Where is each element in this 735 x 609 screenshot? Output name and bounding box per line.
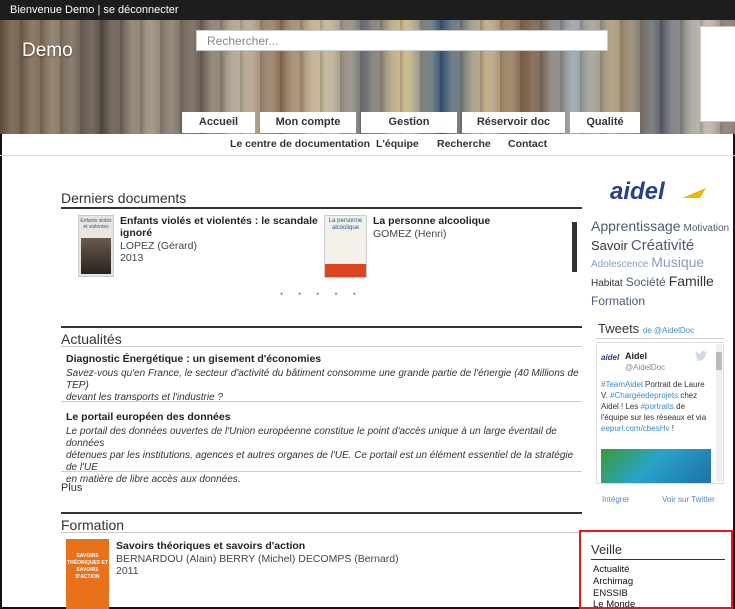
- section-divider: [61, 326, 582, 328]
- tweet-hashtag[interactable]: #TeamAidel: [601, 380, 643, 389]
- doc-year-savoirs: 2011: [116, 565, 139, 577]
- tag-creativite[interactable]: Créativité: [631, 237, 694, 254]
- aidel-logo-swoosh-icon: [682, 188, 706, 198]
- aidel-logo[interactable]: aidel: [610, 178, 665, 206]
- tag-musique[interactable]: Musique: [651, 254, 704, 270]
- section-divider: [61, 401, 582, 402]
- logout-link[interactable]: se déconnecter: [103, 4, 178, 16]
- tag-savoir[interactable]: Savoir: [591, 238, 628, 253]
- tag-motivation[interactable]: Motivation: [684, 223, 730, 234]
- doc-cover-alcoolique[interactable]: La personne alcoolique: [324, 215, 367, 278]
- doc-cover-title: SAVOIRS THÉORIQUES ET SAVOIRS D'ACTION: [67, 553, 108, 580]
- doc-title-alcoolique[interactable]: La personne alcoolique: [373, 215, 490, 227]
- tab-gestion[interactable]: Gestion: [361, 112, 457, 133]
- veille-item-enssib[interactable]: ENSSIB: [593, 588, 628, 599]
- tweet-author-handle[interactable]: @AidelDoc: [625, 363, 665, 372]
- subnav-equipe[interactable]: L'équipe: [376, 138, 419, 150]
- tweets-heading: Tweets de @AidelDoc: [598, 321, 694, 336]
- news-excerpt: Le portail des données ouvertes de l'Uni…: [66, 426, 581, 486]
- tweet-hashtag[interactable]: #portraits: [641, 402, 674, 411]
- tag-habitat[interactable]: Habitat: [591, 278, 623, 289]
- carousel-next-handle[interactable]: [572, 222, 577, 272]
- header-side-panel: [700, 26, 735, 122]
- tag-adolescence[interactable]: Adolescence: [591, 259, 648, 270]
- news-title[interactable]: Le portail européen des données: [66, 411, 231, 423]
- news-excerpt-line: Savez-vous qu'en France, le secteur d'ac…: [66, 368, 579, 391]
- doc-cover-title: Enfants violés et violentes: [80, 218, 112, 230]
- veille-item-actualite[interactable]: Actualité: [593, 564, 629, 575]
- twitter-timeline[interactable]: aidel Aidel @AidelDoc #TeamAidel Portrai…: [596, 342, 724, 484]
- news-title[interactable]: Diagnostic Énergétique : un gisement d'é…: [66, 353, 321, 365]
- doc-title-line: Enfants violés et violentés : le scandal…: [120, 215, 318, 227]
- sub-navigation: Le centre de documentation L'équipe Rech…: [0, 134, 735, 156]
- doc-cover-enfants[interactable]: Enfants violés et violentes: [78, 215, 114, 277]
- news-excerpt-line: devant les transports et l'industrie ?: [66, 392, 223, 403]
- doc-authors-savoirs: BERNARDOU (Alain) BERRY (Michel) DECOMPS…: [116, 553, 399, 565]
- tab-accueil[interactable]: Accueil: [182, 112, 255, 133]
- welcome-text: Bienvenue Demo |: [10, 4, 104, 16]
- subnav-centre-documentation[interactable]: Le centre de documentation: [230, 138, 370, 150]
- section-divider: [61, 207, 582, 209]
- derniers-documents-title: Derniers documents: [61, 190, 187, 206]
- doc-year-enfants: 2013: [120, 252, 144, 264]
- doc-author-enfants: LOPEZ (Gérard): [120, 240, 198, 252]
- doc-title-line: ignoré: [120, 227, 153, 239]
- news-excerpt: Savez-vous qu'en France, le secteur d'ac…: [66, 368, 581, 404]
- tweet-text: #TeamAidel Portrait de Laure V. #Chargée…: [601, 379, 711, 434]
- twitter-bird-icon: [695, 351, 707, 361]
- tab-qualite[interactable]: Qualité: [570, 112, 640, 133]
- tab-reservoir-doc[interactable]: Réservoir doc: [462, 112, 565, 133]
- doc-cover-band: [325, 264, 366, 277]
- news-excerpt-line: en matière de libre accès aux données.: [66, 474, 241, 485]
- veille-title: Veille: [591, 542, 623, 557]
- tag-famille[interactable]: Famille: [669, 273, 714, 289]
- main-tabs: Accueil Mon compte Gestion Réservoir doc…: [182, 112, 640, 133]
- carousel-dots[interactable]: •••••: [280, 289, 371, 299]
- tag-cloud: Apprentissage Motivation Savoir Créativité…: [591, 218, 731, 310]
- section-divider: [61, 532, 582, 533]
- site-title[interactable]: Demo: [22, 40, 73, 62]
- section-divider: [596, 338, 724, 339]
- subnav-recherche[interactable]: Recherche: [437, 138, 491, 150]
- formation-title: Formation: [61, 517, 125, 533]
- twitter-view-link[interactable]: Voir sur Twitter: [662, 495, 715, 504]
- tweets-title: Tweets: [598, 321, 640, 336]
- more-news-link[interactable]: Plus: [61, 482, 82, 494]
- top-bar: Bienvenue Demo | se déconnecter: [0, 0, 735, 20]
- news-excerpt-line: Le portail des données ouvertes de l'Uni…: [66, 426, 557, 449]
- tweet-hashtag[interactable]: #Chargéedeprojets: [610, 391, 678, 400]
- tweet-scrollbar-thumb[interactable]: [716, 352, 722, 370]
- doc-cover-title: La personne alcoolique: [328, 218, 363, 231]
- tweet-text-segment: !: [669, 424, 674, 433]
- actualites-title: Actualités: [61, 331, 122, 347]
- tweet-media-image[interactable]: [601, 449, 711, 483]
- tag-societe[interactable]: Société: [626, 275, 666, 289]
- tweet-author-name[interactable]: Aidel: [625, 351, 647, 361]
- veille-item-archimag[interactable]: Archimag: [593, 576, 633, 587]
- doc-title-enfants[interactable]: Enfants violés et violentés : le scandal…: [120, 215, 320, 239]
- tag-formation[interactable]: Formation: [591, 294, 645, 308]
- doc-cover-photo: [81, 238, 111, 274]
- veille-item-le-monde[interactable]: Le Monde: [593, 599, 635, 609]
- section-divider: [61, 512, 582, 514]
- doc-cover-savoirs[interactable]: SAVOIRS THÉORIQUES ET SAVOIRS D'ACTION: [66, 539, 109, 609]
- tweets-by-link[interactable]: de @AidelDoc: [643, 326, 694, 335]
- tab-mon-compte[interactable]: Mon compte: [260, 112, 356, 133]
- search-input[interactable]: [196, 30, 608, 51]
- doc-author-alcoolique: GOMEZ (Henri): [373, 228, 447, 240]
- section-divider: [591, 559, 725, 560]
- doc-title-savoirs[interactable]: Savoirs théoriques et savoirs d'action: [116, 540, 305, 552]
- section-divider: [61, 471, 582, 472]
- twitter-embed-link[interactable]: Intégrer: [602, 495, 630, 504]
- section-divider: [61, 346, 582, 347]
- tweet-link[interactable]: eepurl.com/cbesHv: [601, 424, 669, 433]
- tweet-avatar[interactable]: aidel: [601, 353, 621, 367]
- tag-apprentissage[interactable]: Apprentissage: [591, 218, 681, 234]
- subnav-contact[interactable]: Contact: [508, 138, 547, 150]
